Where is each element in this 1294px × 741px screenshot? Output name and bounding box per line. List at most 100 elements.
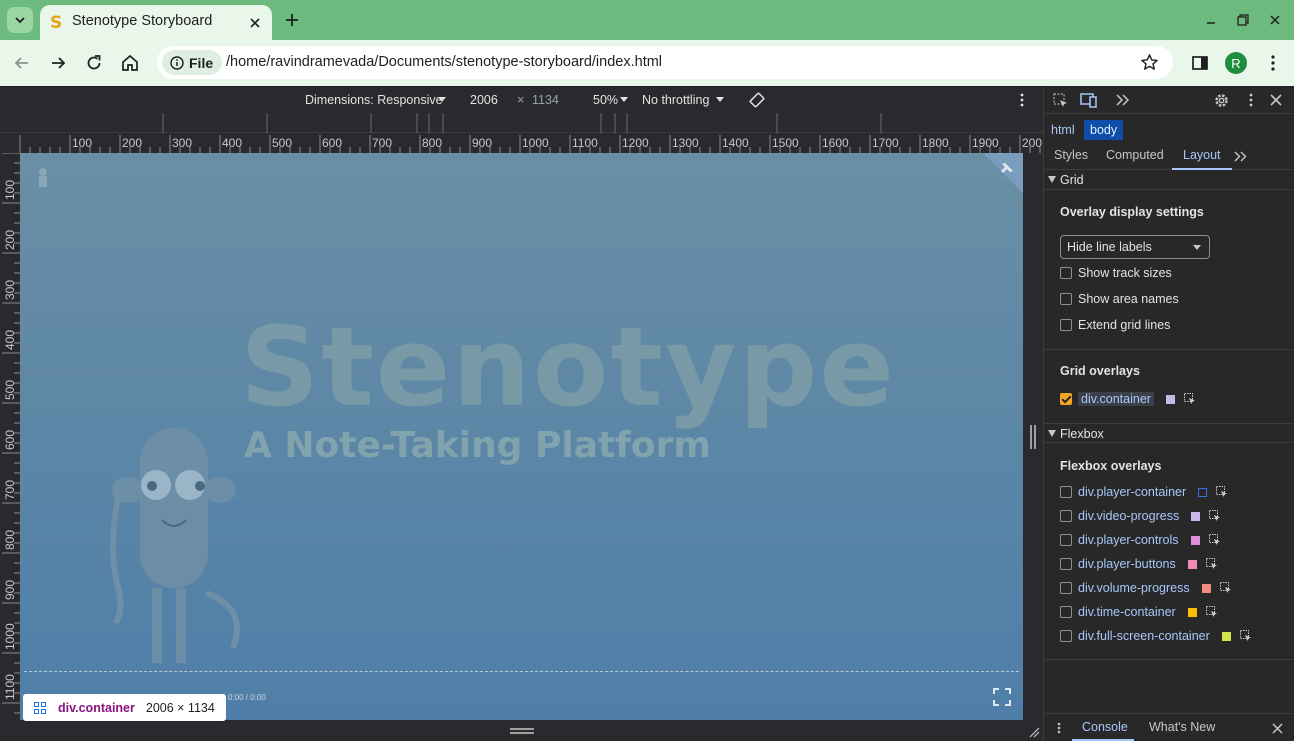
flexbox-overlay-item[interactable]: div.full-screen-container — [1060, 628, 1252, 644]
page-viewport[interactable]: Stenotype A Note-Taking Platform 0:00 / … — [20, 153, 1023, 720]
color-swatch[interactable] — [1165, 394, 1175, 404]
back-arrow-icon[interactable] — [12, 53, 32, 73]
restore-icon[interactable] — [1235, 12, 1251, 28]
overlay-element-name[interactable]: div.player-container — [1078, 485, 1186, 499]
grid-section-header[interactable]: Grid — [1044, 170, 1294, 190]
select-element-icon[interactable] — [1239, 630, 1252, 642]
width-input[interactable]: 2006 — [470, 93, 498, 107]
more-sidebar-tabs-icon[interactable] — [1234, 151, 1247, 162]
flexbox-overlay-item[interactable]: div.time-container — [1060, 604, 1218, 620]
select-element-icon[interactable] — [1219, 582, 1232, 594]
flexbox-section-header[interactable]: Flexbox — [1044, 423, 1294, 443]
select-element-icon[interactable] — [1205, 606, 1218, 618]
checkbox[interactable] — [1060, 630, 1072, 642]
color-swatch[interactable] — [1191, 511, 1201, 521]
home-icon[interactable] — [120, 53, 140, 73]
checkbox[interactable] — [1060, 267, 1072, 279]
overlay-element-name[interactable]: div.container — [1078, 392, 1154, 406]
inspect-element-icon[interactable] — [1053, 93, 1068, 108]
color-swatch[interactable] — [1201, 583, 1211, 593]
checkbox[interactable] — [1060, 293, 1072, 305]
tab-search-button[interactable] — [7, 7, 33, 33]
viewport-bottom-handle[interactable] — [0, 720, 1043, 741]
tab-computed[interactable]: Computed — [1106, 148, 1164, 162]
minimize-icon[interactable] — [1203, 12, 1219, 28]
fullscreen-icon[interactable] — [993, 688, 1011, 706]
kebab-menu-icon[interactable] — [1263, 53, 1283, 73]
ruler-label: 1000 — [522, 136, 549, 150]
close-icon[interactable] — [246, 14, 264, 32]
close-drawer-icon[interactable] — [1272, 723, 1283, 734]
grid-overlay-item[interactable]: div.container — [1060, 391, 1196, 407]
checkbox[interactable] — [1060, 510, 1072, 522]
height-input[interactable]: 1134 — [532, 93, 559, 107]
color-swatch[interactable] — [1187, 559, 1197, 569]
home-figure-icon[interactable] — [34, 167, 52, 189]
close-devtools-icon[interactable] — [1270, 94, 1282, 106]
forward-arrow-icon[interactable] — [48, 53, 68, 73]
overlay-element-name[interactable]: div.time-container — [1078, 605, 1176, 619]
checkbox[interactable] — [1060, 606, 1072, 618]
zoom-dropdown[interactable]: 50% — [593, 93, 618, 107]
flexbox-overlay-item[interactable]: div.player-controls — [1060, 532, 1221, 548]
extend-grid-lines-option[interactable]: Extend grid lines — [1060, 317, 1170, 333]
checkbox-checked[interactable] — [1060, 393, 1072, 405]
new-tab-plus-icon[interactable] — [283, 11, 301, 29]
overlay-element-name[interactable]: div.player-controls — [1078, 533, 1179, 547]
more-tabs-icon[interactable] — [1116, 94, 1130, 106]
dimensions-dropdown[interactable]: Dimensions: Responsive — [305, 93, 443, 107]
video-progress-bar[interactable] — [24, 671, 1019, 672]
select-element-icon[interactable] — [1208, 534, 1221, 546]
overlay-element-name[interactable]: div.video-progress — [1078, 509, 1179, 523]
show-track-sizes-option[interactable]: Show track sizes — [1060, 265, 1172, 281]
checkbox[interactable] — [1060, 319, 1072, 331]
inspect-tooltip: div.container 2006 × 1134 — [23, 694, 226, 721]
select-element-icon[interactable] — [1205, 558, 1218, 570]
line-labels-select[interactable]: Hide line labels — [1060, 235, 1210, 259]
address-bar[interactable]: File /home/ravindramevada/Documents/sten… — [157, 46, 1173, 79]
corner-resize-icon[interactable] — [1028, 726, 1040, 738]
window-close-icon[interactable] — [1267, 12, 1283, 28]
flexbox-overlay-item[interactable]: div.player-container — [1060, 484, 1228, 500]
flexbox-overlay-item[interactable]: div.volume-progress — [1060, 580, 1232, 596]
checkbox[interactable] — [1060, 534, 1072, 546]
color-swatch[interactable] — [1187, 607, 1197, 617]
url-text[interactable]: /home/ravindramevada/Documents/stenotype… — [226, 54, 662, 70]
color-swatch[interactable] — [1190, 535, 1200, 545]
browser-tab[interactable]: S Stenotype Storyboard — [40, 5, 272, 40]
sidebar-tabs: Styles Computed Layout — [1044, 142, 1294, 170]
viewport-side-handle[interactable] — [1023, 153, 1043, 720]
drawer-tab-whats-new[interactable]: What's New — [1149, 720, 1215, 734]
select-element-icon[interactable] — [1183, 393, 1196, 405]
overlay-element-name[interactable]: div.volume-progress — [1078, 581, 1190, 595]
tab-styles[interactable]: Styles — [1054, 148, 1088, 162]
breadcrumb-body[interactable]: body — [1084, 120, 1124, 140]
bookmark-star-icon[interactable] — [1140, 53, 1159, 72]
select-element-icon[interactable] — [1209, 510, 1221, 522]
checkbox[interactable] — [1060, 486, 1072, 498]
overlay-element-name[interactable]: div.player-buttons — [1078, 557, 1176, 571]
breadcrumb-html[interactable]: html — [1045, 120, 1081, 140]
profile-avatar[interactable]: R — [1225, 52, 1247, 74]
drawer-tab-console[interactable]: Console — [1082, 720, 1128, 734]
rotate-icon[interactable] — [748, 91, 766, 109]
show-area-names-option[interactable]: Show area names — [1060, 291, 1179, 307]
color-swatch[interactable] — [1221, 631, 1231, 641]
select-element-icon[interactable] — [1216, 486, 1228, 498]
side-panel-icon[interactable] — [1190, 53, 1210, 73]
throttling-dropdown[interactable]: No throttling — [642, 93, 709, 107]
flexbox-overlay-item[interactable]: div.player-buttons — [1060, 556, 1218, 572]
settings-gear-icon[interactable] — [1213, 92, 1230, 109]
device-toggle-icon[interactable] — [1080, 92, 1098, 108]
reload-icon[interactable] — [84, 53, 104, 73]
devtools-menu-icon[interactable] — [1244, 92, 1258, 108]
flexbox-overlay-item[interactable]: div.video-progress — [1060, 508, 1221, 524]
checkbox[interactable] — [1060, 582, 1072, 594]
drawer-menu-icon[interactable] — [1052, 722, 1066, 734]
checkbox[interactable] — [1060, 558, 1072, 570]
device-more-icon[interactable] — [1014, 92, 1030, 108]
tab-layout[interactable]: Layout — [1183, 148, 1221, 162]
overlay-element-name[interactable]: div.full-screen-container — [1078, 629, 1210, 643]
site-info-chip[interactable]: File — [162, 50, 223, 75]
color-swatch[interactable] — [1198, 487, 1208, 497]
